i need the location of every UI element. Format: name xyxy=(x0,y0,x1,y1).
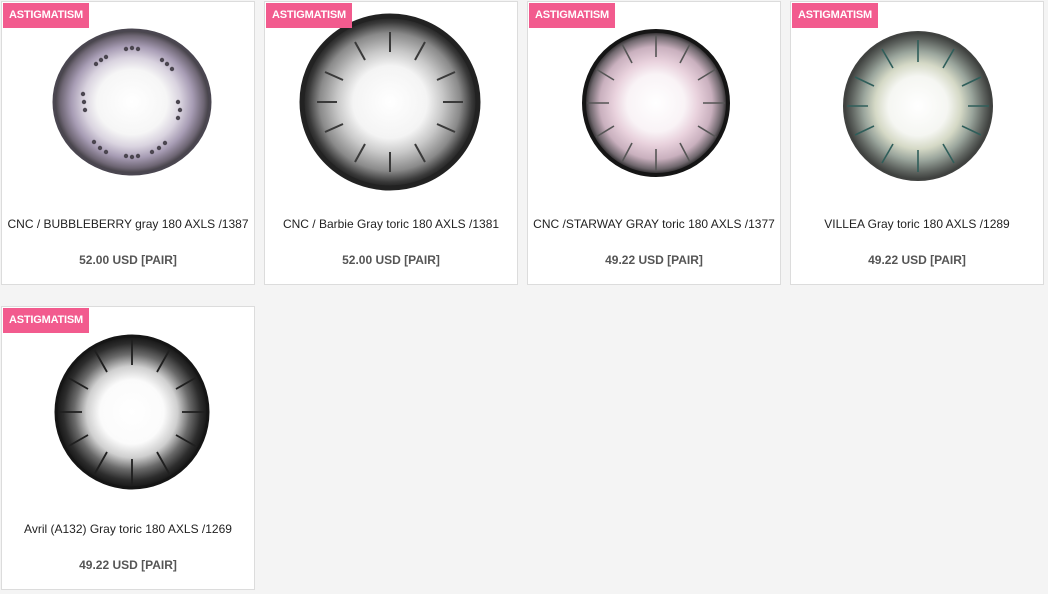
purple-gray-contact-lens-image xyxy=(52,28,212,176)
product-card[interactable]: ASTIGMATISM xyxy=(1,1,255,285)
product-image[interactable] xyxy=(265,2,517,202)
product-name[interactable]: CNC /STARWAY GRAY toric 180 AXLS /1377 xyxy=(528,217,780,231)
astigmatism-badge: ASTIGMATISM xyxy=(3,308,89,333)
product-image[interactable] xyxy=(791,2,1043,202)
astigmatism-badge: ASTIGMATISM xyxy=(3,3,89,28)
dark-gray-contact-lens-image xyxy=(54,334,210,490)
astigmatism-badge: ASTIGMATISM xyxy=(529,3,615,28)
product-price: 52.00 USD [PAIR] xyxy=(79,253,177,267)
product-price: 49.22 USD [PAIR] xyxy=(868,253,966,267)
product-image[interactable] xyxy=(2,307,254,507)
product-name[interactable]: CNC / BUBBLEBERRY gray 180 AXLS /1387 xyxy=(2,217,254,231)
gray-contact-lens-image xyxy=(299,13,481,191)
product-price: 49.22 USD [PAIR] xyxy=(605,253,703,267)
astigmatism-badge: ASTIGMATISM xyxy=(792,3,878,28)
product-grid: ASTIGMATISM CNC / BUBBLEBERRY gray 180 A… xyxy=(0,0,1048,594)
product-image[interactable] xyxy=(2,2,254,202)
product-card[interactable]: ASTIGMATISM xyxy=(790,1,1044,285)
product-name[interactable]: CNC / Barbie Gray toric 180 AXLS /1381 xyxy=(265,217,517,231)
product-image[interactable] xyxy=(528,2,780,202)
green-gray-contact-lens-image xyxy=(843,31,993,181)
product-price: 49.22 USD [PAIR] xyxy=(79,558,177,572)
product-card[interactable]: ASTIGMATISM xyxy=(527,1,781,285)
product-name[interactable]: VILLEA Gray toric 180 AXLS /1289 xyxy=(791,217,1043,231)
product-name[interactable]: Avril (A132) Gray toric 180 AXLS /1269 xyxy=(2,522,254,536)
astigmatism-badge: ASTIGMATISM xyxy=(266,3,352,28)
product-price: 52.00 USD [PAIR] xyxy=(342,253,440,267)
pink-gray-contact-lens-image xyxy=(582,29,730,177)
product-card[interactable]: ASTIGMATISM xyxy=(1,306,255,590)
product-card[interactable]: ASTIGMATISM xyxy=(264,1,518,285)
